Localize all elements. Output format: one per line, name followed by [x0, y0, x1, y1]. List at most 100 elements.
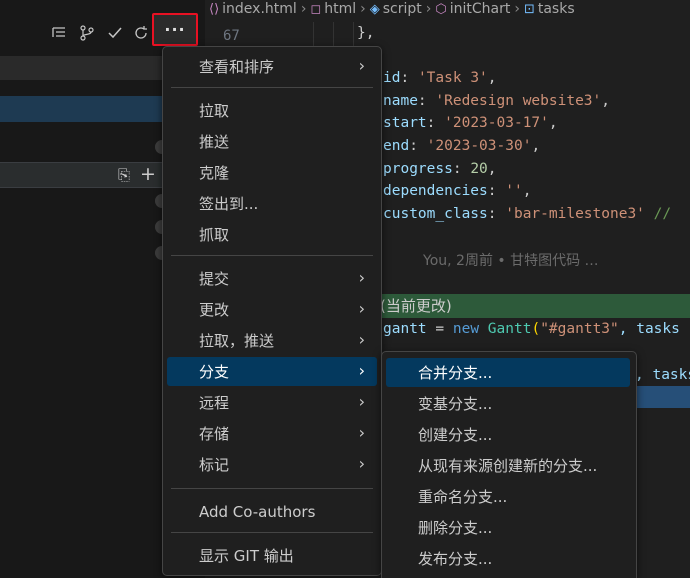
- more-actions-button[interactable]: ···: [152, 13, 198, 46]
- menu-item-label: 发布分支...: [418, 550, 493, 568]
- code-token: :: [487, 205, 506, 222]
- menu-separator: [171, 488, 373, 489]
- code-token: , tasks: [618, 321, 680, 337]
- menu-item-8[interactable]: 拉取，推送 ›: [167, 326, 377, 355]
- breadcrumb-file[interactable]: index.html: [222, 1, 297, 17]
- code-line[interactable]: end: '2023-03-30',: [383, 135, 671, 158]
- code-token: ,: [522, 183, 532, 200]
- breadcrumb-tasks[interactable]: tasks: [538, 1, 575, 17]
- tasks-fragment[interactable]: , tasks: [635, 364, 690, 387]
- menu-item-14[interactable]: 显示 GIT 输出: [167, 541, 377, 570]
- code-line[interactable]: },: [357, 22, 671, 45]
- menu-item-label: 存储: [199, 425, 230, 443]
- menu-item-2[interactable]: 推送: [167, 127, 377, 156]
- chevron-right-icon: ›: [358, 454, 365, 473]
- menu-item-1[interactable]: 拉取: [167, 96, 377, 125]
- chevron-right-icon: ›: [514, 1, 520, 17]
- breadcrumb-html[interactable]: html: [324, 1, 356, 17]
- code-token: , tasks: [635, 367, 690, 383]
- code-token: :: [417, 92, 436, 109]
- menu-item-label: 分支: [199, 363, 230, 381]
- breadcrumb-script[interactable]: script: [383, 1, 422, 17]
- stage-plus-icon[interactable]: +: [140, 163, 156, 185]
- menu-item-10[interactable]: 远程 ›: [167, 388, 377, 417]
- branch-menu-item-1[interactable]: 变基分支...: [386, 389, 630, 418]
- menu-item-0[interactable]: 查看和排序 ›: [167, 52, 377, 81]
- code-line[interactable]: progress: 20,: [383, 158, 671, 181]
- code-token: 'bar-milestone3': [505, 205, 645, 222]
- code-line[interactable]: name: 'Redesign website3',: [383, 90, 671, 113]
- more-actions-menu: 查看和排序 › 拉取 推送 克隆 签出到... 抓取 提交 › 更改 › 拉取，推送 › 分支 › 远程 › 存储…: [162, 46, 382, 576]
- view-as-tree-icon[interactable]: [48, 22, 70, 44]
- code-token: :: [452, 160, 471, 177]
- menu-item-label: 删除分支...: [418, 519, 493, 537]
- menu-separator: [171, 87, 373, 88]
- menu-item-9[interactable]: 分支 ›: [167, 357, 377, 386]
- chevron-right-icon: ›: [358, 268, 365, 287]
- commit-check-icon[interactable]: [104, 22, 126, 44]
- html-file-icon: ⟨⟩: [209, 1, 220, 17]
- branch-menu-item-3[interactable]: 从现有来源创建新的分支...: [386, 451, 630, 480]
- code-token: '2023-03-30': [426, 137, 532, 154]
- function-icon: ⬡: [435, 1, 447, 17]
- branch-submenu: 合并分支... 变基分支... 创建分支... 从现有来源创建新的分支... 重命名分支…: [381, 351, 637, 578]
- current-change-banner[interactable]: (当前更改): [370, 294, 690, 318]
- code-token: name: [383, 92, 418, 109]
- code-token: :: [400, 70, 418, 87]
- refresh-icon[interactable]: [130, 22, 152, 44]
- code-line[interactable]: [365, 45, 671, 68]
- menu-item-label: 拉取: [199, 102, 230, 120]
- menu-item-label: 签出到...: [199, 195, 259, 213]
- menu-item-12[interactable]: 标记 ›: [167, 450, 377, 479]
- chevron-right-icon: ›: [358, 423, 365, 442]
- menu-item-label: 远程: [199, 394, 230, 412]
- menu-item-3[interactable]: 克隆: [167, 158, 377, 187]
- code-token: gantt: [383, 321, 427, 337]
- menu-item-label: 抓取: [199, 226, 230, 244]
- gantt-code-line[interactable]: gantt = new Gantt("#gantt3", tasks: [383, 318, 680, 341]
- code-token: 20: [470, 160, 488, 177]
- menu-item-label: 更改: [199, 301, 230, 319]
- code-token: start: [383, 115, 427, 132]
- menu-item-label: 克隆: [199, 164, 230, 182]
- code-token: (: [531, 321, 541, 337]
- branch-menu-item-5[interactable]: 删除分支...: [386, 513, 630, 542]
- branch-graph-icon[interactable]: [76, 22, 98, 44]
- code-token: new: [452, 321, 480, 337]
- branch-menu-item-2[interactable]: 创建分支...: [386, 420, 630, 449]
- menu-separator: [171, 255, 373, 256]
- menu-item-13[interactable]: Add Co-authors: [167, 497, 377, 526]
- menu-item-label: 显示 GIT 输出: [199, 547, 294, 565]
- menu-item-5[interactable]: 抓取: [167, 220, 377, 249]
- menu-item-11[interactable]: 存储 ›: [167, 419, 377, 448]
- chevron-right-icon: ›: [358, 56, 365, 75]
- menu-item-4[interactable]: 签出到...: [167, 189, 377, 218]
- variable-icon: ⊡: [523, 1, 535, 17]
- code-token: =: [426, 321, 453, 337]
- chevron-right-icon: ›: [358, 299, 365, 318]
- code-line[interactable]: id: 'Task 3',: [383, 67, 671, 90]
- element-icon: ◈: [369, 1, 380, 17]
- branch-menu-item-4[interactable]: 重命名分支...: [386, 482, 630, 511]
- code-token: "#gantt3": [540, 321, 619, 337]
- code-line[interactable]: start: '2023-03-17',: [383, 112, 671, 135]
- code-lines[interactable]: }, id: 'Task 3', name: 'Redesign website3'…: [357, 22, 671, 226]
- open-file-icon[interactable]: ⎘: [118, 166, 130, 184]
- breadcrumb-initchart[interactable]: initChart: [450, 1, 511, 17]
- code-line[interactable]: custom_class: 'bar-milestone3' //: [383, 203, 671, 226]
- branch-menu-item-0[interactable]: 合并分支...: [386, 358, 630, 387]
- code-token: 'Task 3': [417, 70, 488, 87]
- menu-item-label: 从现有来源创建新的分支...: [418, 457, 598, 475]
- branch-menu-item-6[interactable]: 发布分支...: [386, 544, 630, 573]
- menu-item-label: 重命名分支...: [418, 488, 508, 506]
- chevron-right-icon: ›: [358, 392, 365, 411]
- menu-item-label: 推送: [199, 133, 230, 151]
- menu-item-6[interactable]: 提交 ›: [167, 264, 377, 293]
- breadcrumb: ⟨⟩ index.html › ◻ html › ◈ script › ⬡ in…: [205, 0, 690, 18]
- code-line[interactable]: dependencies: '',: [383, 180, 671, 203]
- code-token: :: [409, 137, 427, 154]
- chevron-right-icon: ›: [425, 1, 432, 17]
- code-token: ,: [487, 70, 497, 87]
- menu-item-7[interactable]: 更改 ›: [167, 295, 377, 324]
